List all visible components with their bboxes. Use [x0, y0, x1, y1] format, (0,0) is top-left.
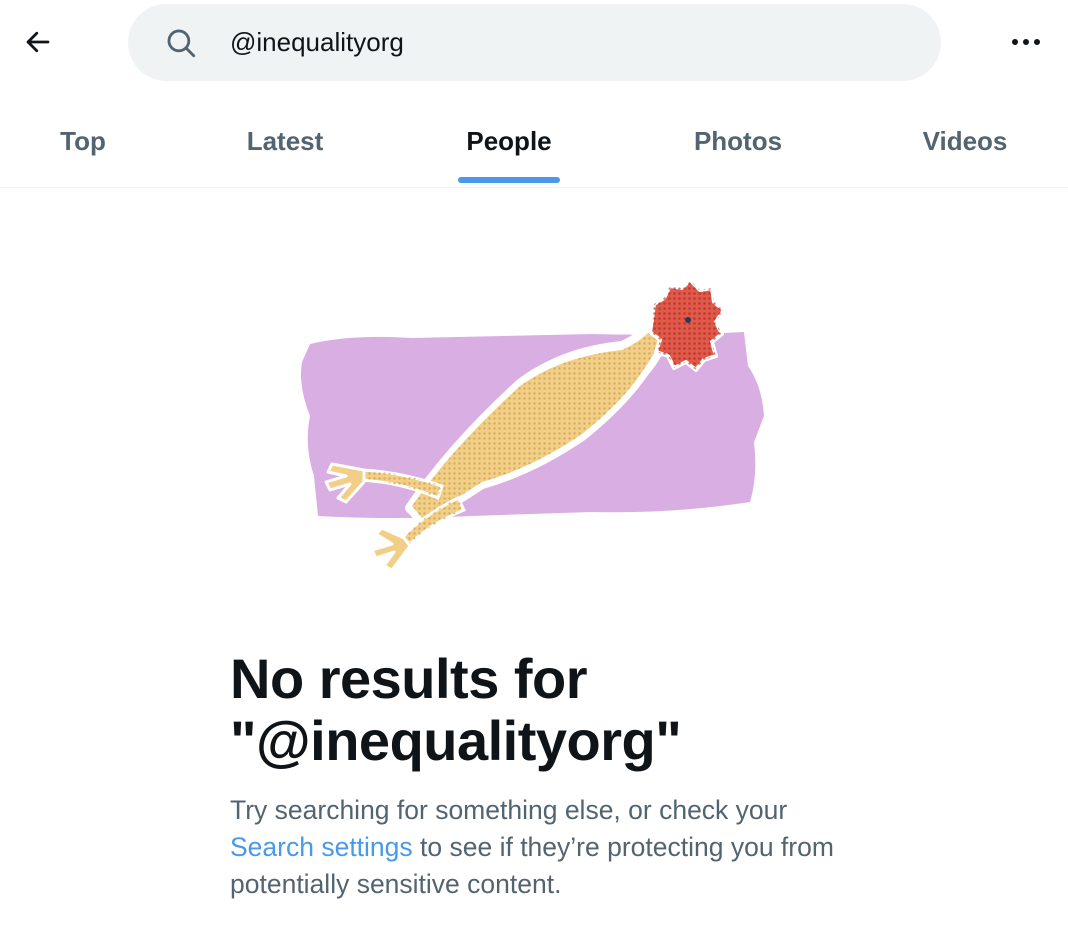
back-button[interactable]	[14, 18, 62, 66]
search-icon	[167, 29, 196, 58]
more-options-button[interactable]	[998, 18, 1054, 66]
tab-videos[interactable]: Videos	[862, 96, 1068, 187]
search-input[interactable]	[230, 4, 890, 81]
empty-state-message: Try searching for something else, or che…	[230, 792, 850, 903]
search-settings-link[interactable]: Search settings	[230, 832, 413, 862]
tab-photos[interactable]: Photos	[614, 96, 862, 187]
empty-state-title-line1: No results for	[230, 647, 588, 710]
arrow-left-icon	[26, 31, 50, 53]
tab-latest[interactable]: Latest	[166, 96, 404, 187]
chicken-eye	[685, 317, 691, 323]
empty-state-title: No results for "@inequalityorg"	[230, 648, 850, 772]
search-results-page: Top Latest People Photos Videos	[0, 0, 1068, 934]
tab-top[interactable]: Top	[0, 96, 166, 187]
rubber-chicken-illustration	[301, 278, 764, 572]
empty-state-text-before: Try searching for something else, or che…	[230, 795, 788, 825]
active-tab-indicator	[458, 177, 560, 183]
search-box[interactable]	[128, 4, 941, 81]
empty-state-title-line2: "@inequalityorg"	[230, 709, 682, 772]
tab-people[interactable]: People	[404, 96, 614, 187]
ellipsis-icon	[1012, 39, 1018, 45]
search-tabs: Top Latest People Photos Videos	[0, 96, 1068, 188]
